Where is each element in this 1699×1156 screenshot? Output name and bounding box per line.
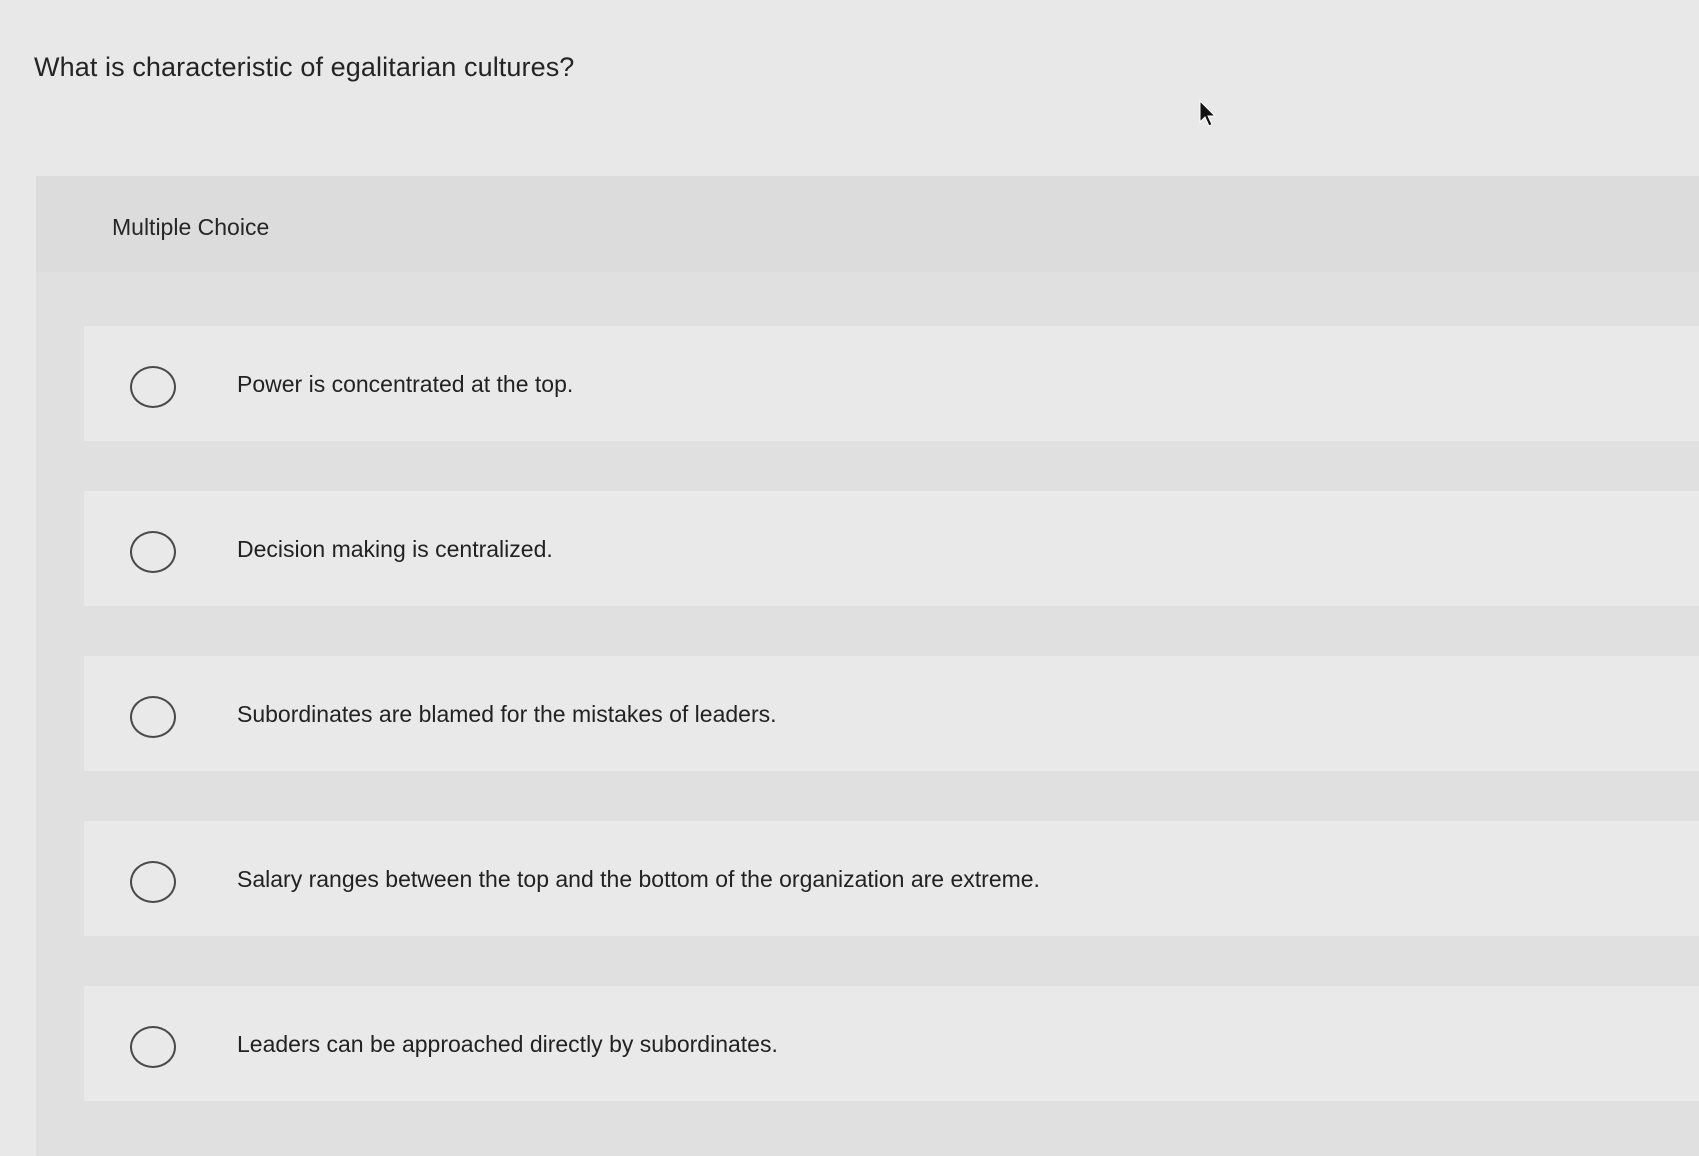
choice-label: Salary ranges between the top and the bo…: [237, 866, 1040, 892]
panel-header: Multiple Choice: [36, 176, 1699, 272]
choice-label: Leaders can be approached directly by su…: [237, 1031, 778, 1057]
radio-unselected-icon[interactable]: [130, 696, 176, 738]
choices-list: Power is concentrated at the top. Decisi…: [84, 326, 1699, 1151]
choice-option[interactable]: Decision making is centralized.: [84, 491, 1699, 606]
mouse-pointer-icon: [1199, 100, 1217, 127]
question-type-label: Multiple Choice: [112, 214, 270, 240]
radio-unselected-icon[interactable]: [130, 366, 176, 408]
choice-label: Decision making is centralized.: [237, 536, 553, 562]
question-panel: Multiple Choice Power is concentrated at…: [36, 176, 1699, 1156]
choice-option[interactable]: Salary ranges between the top and the bo…: [84, 821, 1699, 936]
choice-label: Power is concentrated at the top.: [237, 371, 574, 397]
question-text: What is characteristic of egalitarian cu…: [34, 52, 575, 82]
choice-label: Subordinates are blamed for the mistakes…: [237, 701, 777, 727]
choice-option[interactable]: Power is concentrated at the top.: [84, 326, 1699, 441]
radio-unselected-icon[interactable]: [130, 861, 176, 903]
radio-unselected-icon[interactable]: [130, 531, 176, 573]
radio-unselected-icon[interactable]: [130, 1026, 176, 1068]
choice-option[interactable]: Subordinates are blamed for the mistakes…: [84, 656, 1699, 771]
choice-option[interactable]: Leaders can be approached directly by su…: [84, 986, 1699, 1101]
